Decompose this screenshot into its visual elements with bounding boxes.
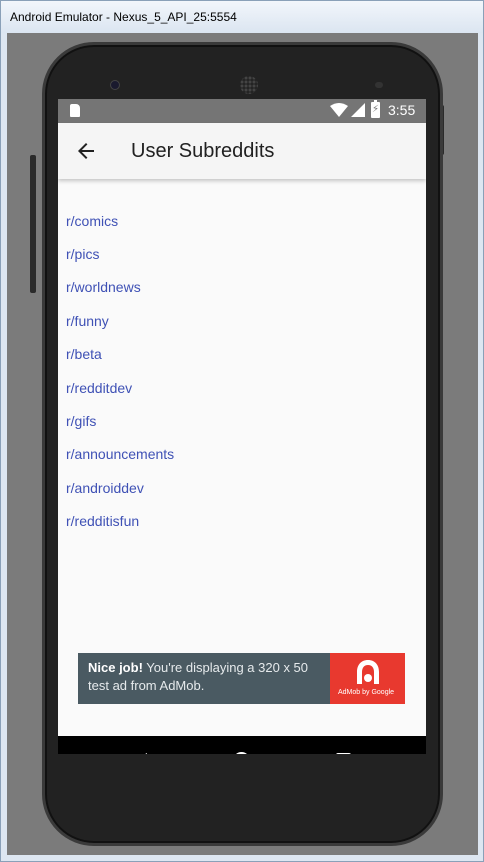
battery-charging-icon: ⚡	[371, 100, 380, 118]
subreddit-list: r/comics r/pics r/worldnews r/funny r/be…	[58, 204, 426, 538]
front-camera	[110, 80, 120, 90]
nav-home-icon[interactable]	[233, 752, 250, 754]
subreddit-item[interactable]: r/comics	[58, 204, 426, 237]
volume-button[interactable]	[30, 155, 36, 293]
ad-headline: Nice job!	[88, 660, 143, 675]
admob-logo: AdMob by Google	[330, 653, 405, 704]
subreddit-item[interactable]: r/worldnews	[58, 271, 426, 304]
admob-banner[interactable]: Nice job! You're displaying a 320 x 50 t…	[78, 653, 405, 704]
subreddit-item[interactable]: r/beta	[58, 338, 426, 371]
nav-bar	[58, 736, 426, 754]
wifi-icon	[330, 103, 348, 117]
page-title: User Subreddits	[131, 140, 275, 162]
subreddit-item[interactable]: r/androiddev	[58, 471, 426, 504]
window-titlebar[interactable]: Android Emulator - Nexus_5_API_25:5554	[1, 1, 483, 33]
arrow-back-icon[interactable]	[74, 139, 98, 163]
subreddit-item[interactable]: r/funny	[58, 304, 426, 337]
nav-back-icon[interactable]	[131, 753, 147, 754]
nav-recents-icon[interactable]	[336, 753, 351, 754]
status-bar: ⚡ 3:55	[58, 99, 426, 123]
earpiece-speaker	[240, 76, 258, 94]
app-bar: User Subreddits	[58, 123, 426, 179]
subreddit-item[interactable]: r/redditisfun	[58, 505, 426, 538]
signal-icon	[351, 103, 365, 117]
subreddit-item[interactable]: r/gifs	[58, 404, 426, 437]
status-clock: 3:55	[388, 102, 416, 118]
admob-icon	[357, 660, 379, 684]
subreddit-item[interactable]: r/redditdev	[58, 371, 426, 404]
phone-screen: ⚡ 3:55 User Subreddits r/comics r/pics r…	[58, 99, 426, 754]
window-title: Android Emulator - Nexus_5_API_25:5554	[10, 10, 237, 24]
ad-text: Nice job! You're displaying a 320 x 50 t…	[88, 659, 328, 695]
subreddit-item[interactable]: r/announcements	[58, 438, 426, 471]
subreddit-item[interactable]: r/pics	[58, 237, 426, 270]
admob-brand: AdMob by Google	[338, 689, 395, 696]
sd-card-icon	[70, 104, 80, 117]
proximity-sensor	[375, 82, 383, 88]
